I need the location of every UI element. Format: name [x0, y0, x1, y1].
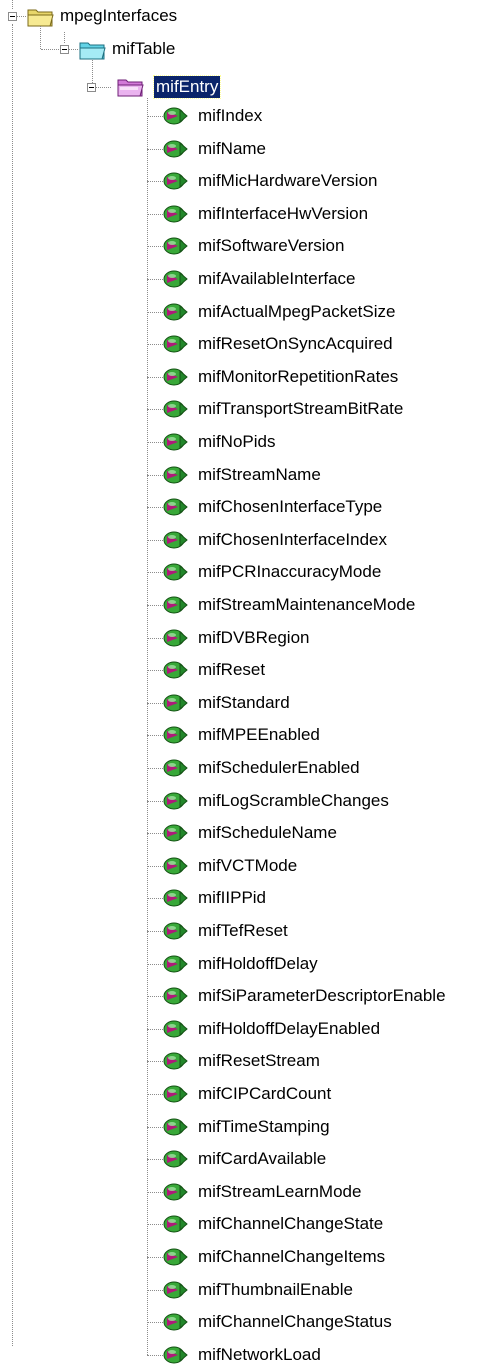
- tree-leaf-item[interactable]: mifCardAvailable: [196, 1148, 328, 1170]
- tree-node-miftable[interactable]: mifTable: [110, 38, 177, 60]
- mib-leaf-object-icon: [160, 560, 190, 584]
- tree-leaf-item[interactable]: mifChosenInterfaceIndex: [196, 529, 389, 551]
- tree-leaf-item[interactable]: mifInterfaceHwVersion: [196, 203, 370, 225]
- mib-leaf-object-icon: [160, 463, 190, 487]
- tree-leaf-item[interactable]: mifThumbnailEnable: [196, 1279, 355, 1301]
- mib-leaf-object-icon: [160, 234, 190, 258]
- mib-leaf-object-icon: [160, 1310, 190, 1334]
- mib-leaf-object-icon: [160, 854, 190, 878]
- mib-leaf-object-icon: [160, 267, 190, 291]
- mib-leaf-object-icon: [160, 528, 190, 552]
- tree-leaf-item[interactable]: mifIIPPid: [196, 887, 268, 909]
- tree-connector: [12, 0, 13, 9]
- tree-leaf-item[interactable]: mifResetOnSyncAcquired: [196, 333, 395, 355]
- mib-leaf-object-icon: [160, 1049, 190, 1073]
- tree-leaf-item[interactable]: mifMicHardwareVersion: [196, 170, 380, 192]
- tree-leaf-item[interactable]: mifStreamName: [196, 464, 323, 486]
- tree-connector: [64, 32, 65, 43]
- folder-open-icon: [26, 5, 56, 29]
- tree-leaf-item[interactable]: mifName: [196, 138, 268, 160]
- mib-leaf-object-icon: [160, 756, 190, 780]
- tree-leaf-item[interactable]: mifSiParameterDescriptorEnable: [196, 985, 448, 1007]
- tree-leaf-item[interactable]: mifDVBRegion: [196, 627, 312, 649]
- mib-leaf-object-icon: [160, 593, 190, 617]
- mib-leaf-object-icon: [160, 1278, 190, 1302]
- tree-connector: [92, 60, 93, 83]
- mib-leaf-object-icon: [160, 1180, 190, 1204]
- folder-open-icon: [78, 38, 108, 62]
- mib-leaf-object-icon: [160, 104, 190, 128]
- tree-leaf-item[interactable]: mifCIPCardCount: [196, 1083, 333, 1105]
- collapse-toggle-mifentry[interactable]: [87, 83, 96, 92]
- mib-leaf-object-icon: [160, 1212, 190, 1236]
- tree-connector: [12, 24, 13, 1346]
- mib-leaf-object-icon: [160, 1115, 190, 1139]
- mib-leaf-object-icon: [160, 691, 190, 715]
- mib-leaf-object-icon: [160, 137, 190, 161]
- mib-leaf-object-icon: [160, 495, 190, 519]
- tree-connector: [41, 49, 59, 50]
- collapse-toggle-mpeginterfaces[interactable]: [8, 12, 17, 21]
- tree-leaf-item[interactable]: mifTimeStamping: [196, 1116, 332, 1138]
- mib-leaf-object-icon: [160, 658, 190, 682]
- tree-connector: [40, 26, 41, 49]
- tree-leaf-item[interactable]: mifStandard: [196, 692, 292, 714]
- mib-leaf-object-icon: [160, 169, 190, 193]
- tree-leaf-item[interactable]: mifChannelChangeState: [196, 1213, 385, 1235]
- mib-leaf-object-icon: [160, 1017, 190, 1041]
- mib-leaf-object-icon: [160, 984, 190, 1008]
- mib-leaf-object-icon: [160, 1343, 190, 1367]
- tree-leaf-item[interactable]: mifNetworkLoad: [196, 1344, 323, 1366]
- mib-leaf-object-icon: [160, 430, 190, 454]
- tree-leaf-item[interactable]: mifIndex: [196, 105, 264, 127]
- tree-connector: [147, 98, 148, 1355]
- tree-leaf-item[interactable]: mifStreamLearnMode: [196, 1181, 363, 1203]
- mib-leaf-object-icon: [160, 397, 190, 421]
- tree-leaf-item[interactable]: mifAvailableInterface: [196, 268, 358, 290]
- collapse-toggle-miftable[interactable]: [60, 45, 69, 54]
- mib-leaf-object-icon: [160, 626, 190, 650]
- tree-connector: [17, 16, 26, 17]
- tree-leaf-item[interactable]: mifTransportStreamBitRate: [196, 398, 405, 420]
- mib-leaf-object-icon: [160, 300, 190, 324]
- mib-leaf-object-icon: [160, 202, 190, 226]
- mib-leaf-object-icon: [160, 821, 190, 845]
- tree-leaf-item[interactable]: mifStreamMaintenanceMode: [196, 594, 417, 616]
- mib-leaf-object-icon: [160, 1082, 190, 1106]
- tree-leaf-item[interactable]: mifNoPids: [196, 431, 277, 453]
- tree-connector: [69, 49, 78, 50]
- mib-leaf-object-icon: [160, 789, 190, 813]
- folder-open-icon: [116, 75, 146, 99]
- mib-leaf-object-icon: [160, 919, 190, 943]
- tree-leaf-item[interactable]: mifScheduleName: [196, 822, 339, 844]
- tree-leaf-item[interactable]: mifHoldoffDelay: [196, 953, 320, 975]
- mib-leaf-object-icon: [160, 332, 190, 356]
- mib-tree-view[interactable]: mpegInterfaces mifTable mifEntry mifInde…: [0, 0, 503, 1364]
- tree-leaf-item[interactable]: mifChannelChangeItems: [196, 1246, 387, 1268]
- mib-leaf-object-icon: [160, 1245, 190, 1269]
- tree-leaf-item[interactable]: mifChosenInterfaceType: [196, 496, 384, 518]
- mib-leaf-object-icon: [160, 723, 190, 747]
- tree-leaf-item[interactable]: mifMonitorRepetitionRates: [196, 366, 400, 388]
- tree-leaf-item[interactable]: mifSoftwareVersion: [196, 235, 346, 257]
- tree-leaf-item[interactable]: mifHoldoffDelayEnabled: [196, 1018, 382, 1040]
- tree-leaf-item[interactable]: mifChannelChangeStatus: [196, 1311, 394, 1333]
- tree-leaf-item[interactable]: mifVCTMode: [196, 855, 299, 877]
- tree-leaf-item[interactable]: mifTefReset: [196, 920, 290, 942]
- mib-leaf-object-icon: [160, 886, 190, 910]
- tree-leaf-item[interactable]: mifMPEEnabled: [196, 724, 322, 746]
- tree-leaf-item[interactable]: mifLogScrambleChanges: [196, 790, 391, 812]
- tree-leaf-item[interactable]: mifSchedulerEnabled: [196, 757, 362, 779]
- tree-leaf-item[interactable]: mifActualMpegPacketSize: [196, 301, 397, 323]
- mib-leaf-object-icon: [160, 952, 190, 976]
- tree-node-mpeginterfaces[interactable]: mpegInterfaces: [58, 5, 179, 27]
- mib-leaf-object-icon: [160, 1147, 190, 1171]
- tree-leaf-item[interactable]: mifPCRInaccuracyMode: [196, 561, 383, 583]
- tree-leaf-item[interactable]: mifResetStream: [196, 1050, 322, 1072]
- tree-node-mifentry[interactable]: mifEntry: [152, 75, 222, 99]
- mib-leaf-object-icon: [160, 365, 190, 389]
- tree-leaf-item[interactable]: mifReset: [196, 659, 267, 681]
